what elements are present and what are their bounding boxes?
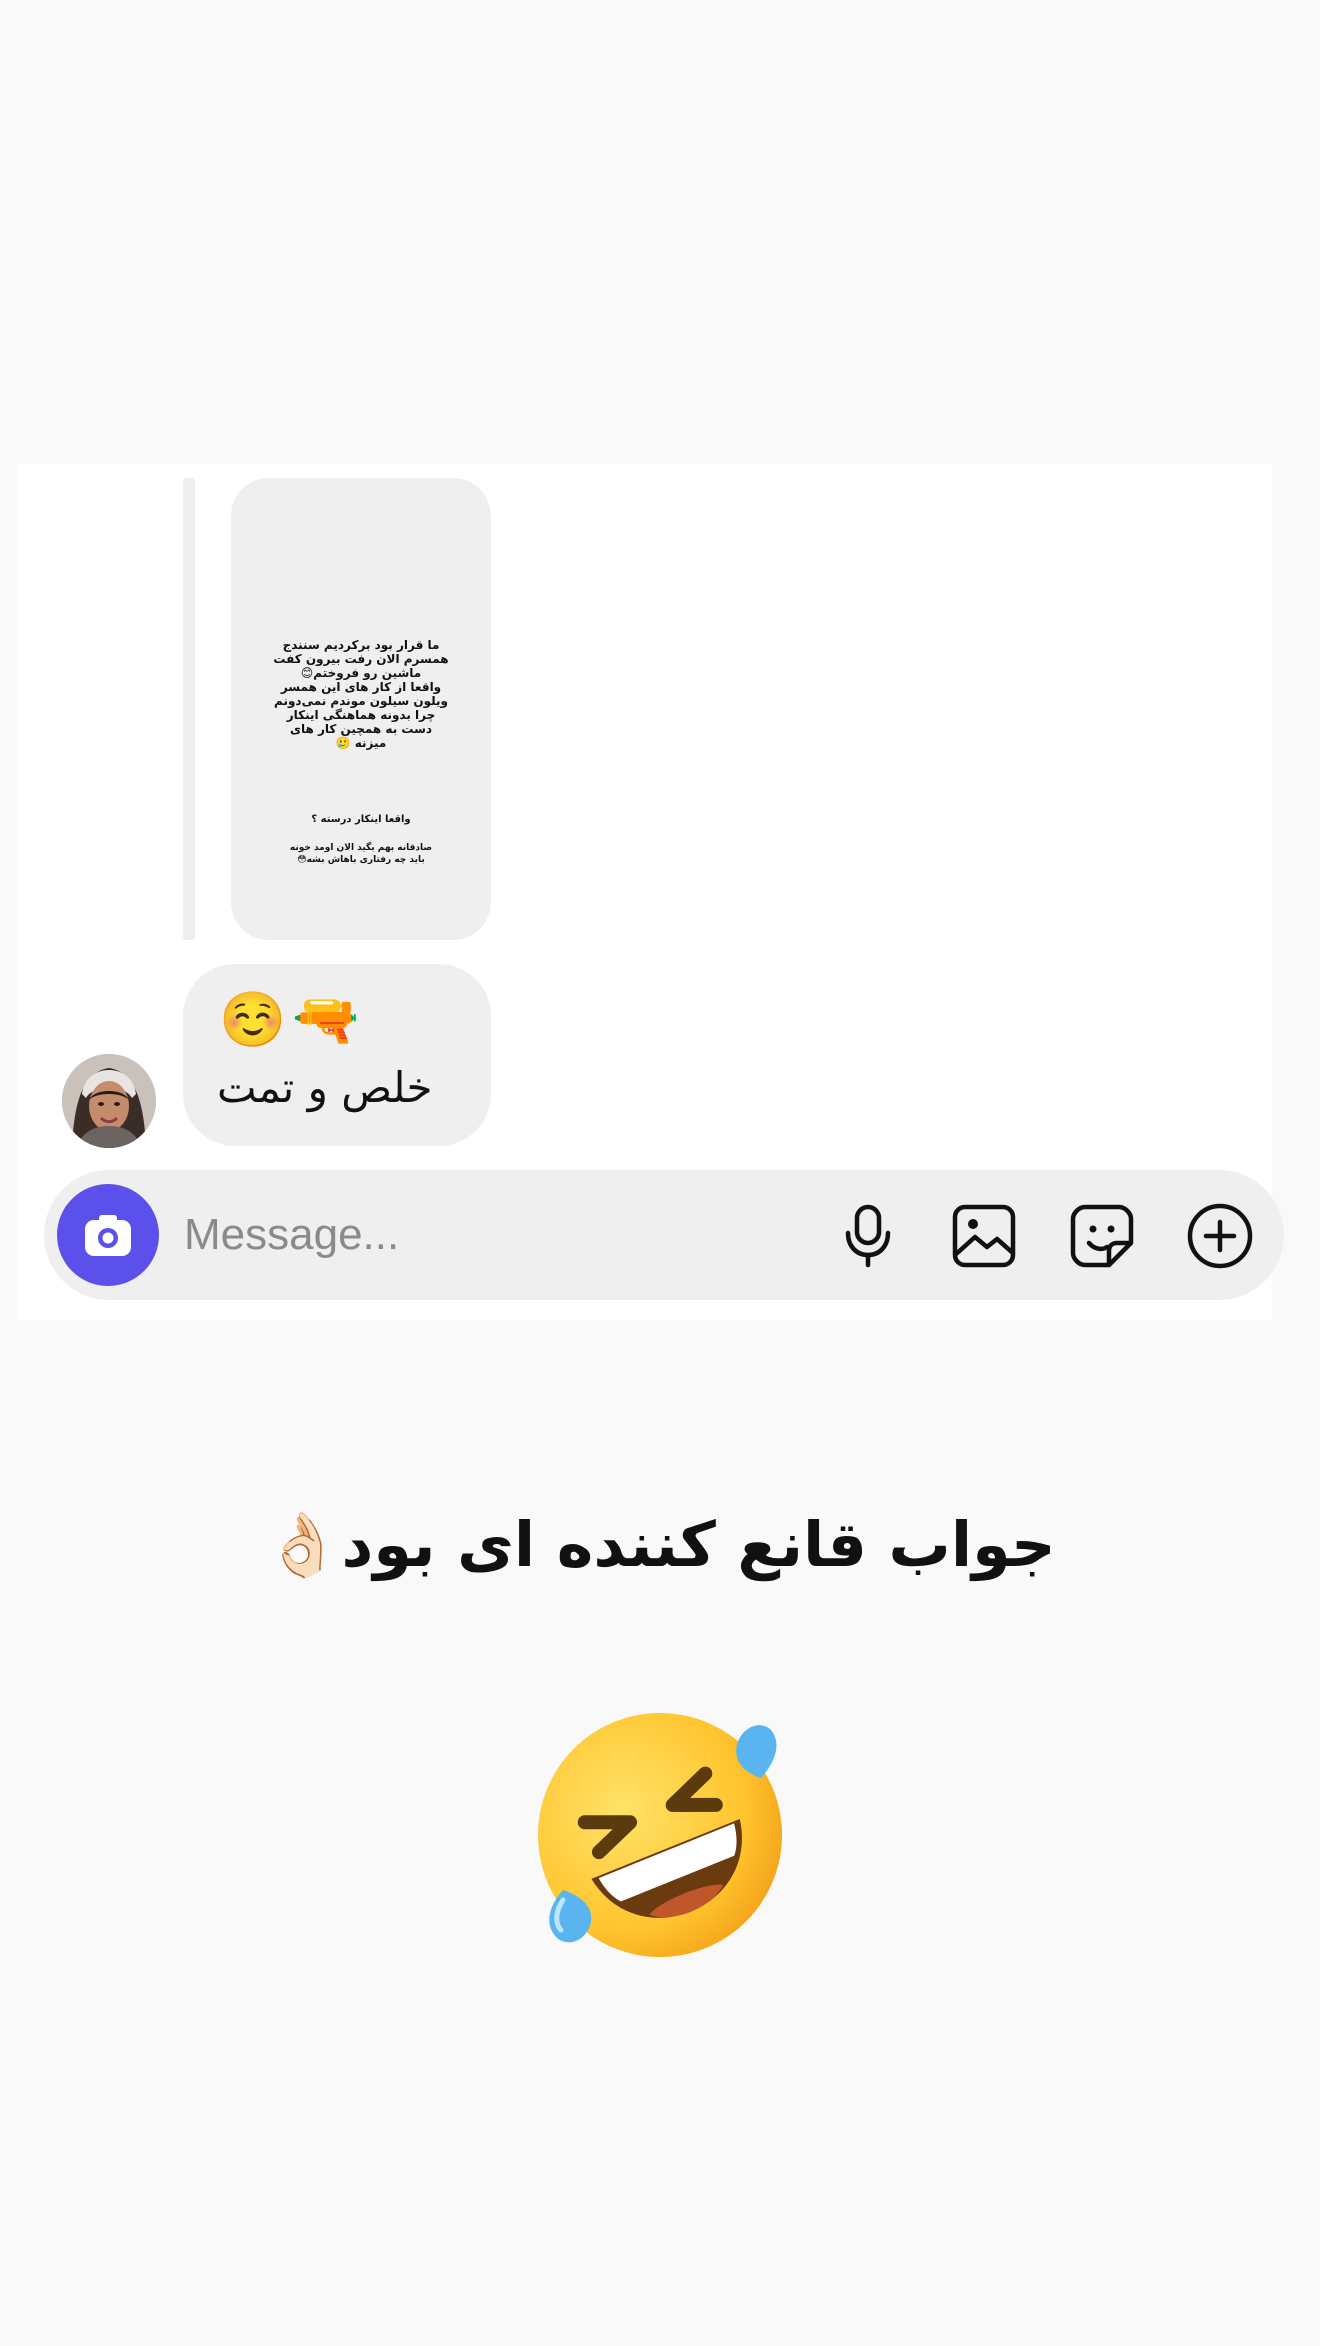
rolling-laughing-emoji-icon — [538, 1713, 782, 1957]
message-composer — [44, 1170, 1284, 1300]
chat-card: ما قرار بود برکردیم سنندج همسرم الان رفت… — [18, 464, 1284, 1320]
message-input[interactable] — [184, 1200, 704, 1270]
message-emojis: ☺️🔫 — [219, 988, 366, 1051]
story-tail-text: صادقانه بهم بگید الان اومد خونه باید چه … — [289, 843, 433, 865]
message-text: خلص و تمت — [217, 1063, 433, 1112]
story-reply-preview[interactable]: ما قرار بود برکردیم سنندج همسرم الان رفت… — [231, 478, 491, 940]
reply-quote-bar — [183, 478, 195, 940]
avatar-image — [62, 1054, 156, 1148]
more-button[interactable] — [1184, 1200, 1256, 1272]
camera-icon — [85, 1215, 131, 1256]
story-question: واقعا اینکار درسته ؟ — [311, 814, 411, 825]
avatar[interactable] — [62, 1054, 156, 1148]
camera-button[interactable] — [57, 1184, 159, 1286]
message-bubble[interactable]: ☺️🔫 خلص و تمت — [183, 964, 491, 1146]
microphone-icon — [845, 1204, 891, 1268]
plus-icon — [1187, 1203, 1253, 1269]
story-caption: جواب قانع کننده ای بود👌🏻 — [264, 1508, 1056, 1581]
image-icon — [952, 1204, 1016, 1268]
gallery-button[interactable] — [948, 1200, 1020, 1272]
sticker-icon — [1070, 1204, 1134, 1268]
microphone-button[interactable] — [832, 1200, 904, 1272]
story-text: ما قرار بود برکردیم سنندج همسرم الان رفت… — [273, 638, 449, 750]
sticker-button[interactable] — [1066, 1200, 1138, 1272]
